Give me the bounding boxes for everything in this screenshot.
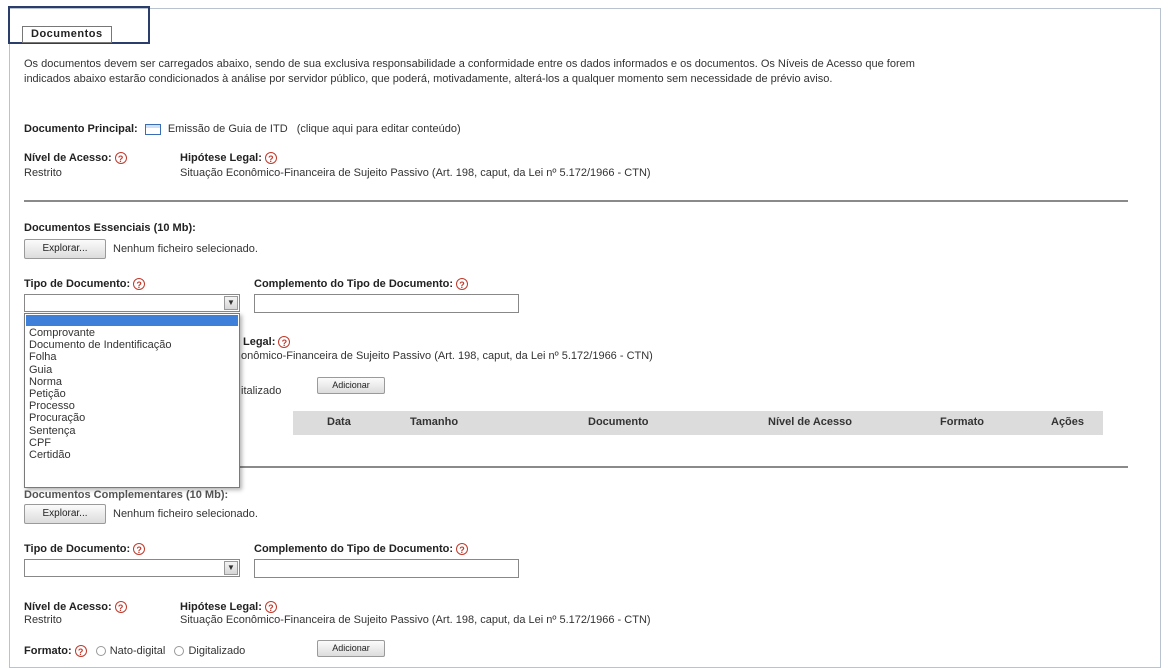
dropdown-option[interactable]: Norma (25, 376, 239, 388)
dropdown-option[interactable]: Folha (25, 351, 239, 363)
dropdown-option-blank[interactable] (26, 315, 238, 326)
formato-row: Formato:? Nato-digital Digitalizado (24, 645, 245, 658)
hipotese-legal-label: Hipótese Legal: (180, 152, 262, 164)
help-icon[interactable]: ? (278, 336, 291, 349)
tipo-documento-heading: Tipo de Documento:? (24, 278, 146, 291)
help-icon[interactable]: ? (264, 601, 277, 614)
divider (24, 200, 1128, 202)
nivel-acesso-label: Nível de Acesso: (24, 152, 112, 164)
tipo-documento-label: Tipo de Documento: (24, 278, 131, 290)
documento-principal-name[interactable]: Emissão de Guia de ITD (168, 123, 288, 135)
column-header-acoes: Ações (1051, 416, 1085, 428)
dropdown-option[interactable]: Certidão (25, 449, 239, 461)
tipo-documento-label: Tipo de Documento: (24, 543, 131, 555)
help-icon[interactable]: ? (264, 152, 277, 165)
hipotese-legal-label-partial: Legal: (243, 336, 276, 348)
column-header-data: Data (327, 416, 351, 428)
help-icon[interactable]: ? (456, 278, 469, 291)
documents-table-header: Data Tamanho Documento Nível de Acesso F… (293, 411, 1103, 435)
documento-principal-label: Documento Principal: (24, 123, 138, 135)
hipotese-legal-value: Situação Econômico-Financeira de Sujeito… (180, 614, 651, 626)
column-header-tamanho: Tamanho (410, 416, 459, 428)
dropdown-option[interactable]: Petição (25, 388, 239, 400)
digitalizado-radio[interactable] (174, 646, 185, 657)
nivel-acesso-value: Restrito (24, 614, 62, 626)
nato-digital-label[interactable]: Nato-digital (110, 645, 166, 657)
essenciais-label: Documentos Essenciais (10 Mb): (24, 222, 196, 234)
hipotese-legal-value: Situação Econômico-Financeira de Sujeito… (180, 167, 651, 179)
tipo-documento-select[interactable]: ▼ (24, 294, 240, 312)
nato-digital-radio[interactable] (95, 646, 106, 657)
formato-label: Formato: (24, 645, 72, 657)
tipo-documento-heading: Tipo de Documento:? (24, 543, 146, 556)
nivel-acesso-heading: Nível de Acesso:? (24, 152, 127, 165)
column-header-formato: Formato (940, 416, 984, 428)
nivel-acesso-heading: Nível de Acesso:? (24, 601, 127, 614)
adicionar-button[interactable]: Adicionar (317, 640, 385, 657)
intro-line-2: indicados abaixo estarão condicionados à… (24, 73, 833, 85)
explorar-button[interactable]: Explorar... (24, 239, 106, 259)
tipo-documento-select[interactable]: ▼ (24, 559, 240, 577)
dropdown-option[interactable]: CPF (25, 437, 239, 449)
help-icon[interactable]: ? (74, 645, 87, 658)
digitalizado-label[interactable]: Digitalizado (188, 645, 245, 657)
chevron-down-icon[interactable]: ▼ (224, 296, 238, 310)
hipotese-legal-label: Hipótese Legal: (180, 601, 262, 613)
hipotese-legal-heading-partial: Legal:? (243, 336, 291, 349)
complemento-input[interactable] (254, 294, 519, 313)
help-icon[interactable]: ? (133, 278, 146, 291)
help-icon[interactable]: ? (114, 601, 127, 614)
complemento-label: Complemento do Tipo de Documento: (254, 278, 454, 290)
hipotese-legal-heading: Hipótese Legal:? (180, 601, 277, 614)
column-header-nivel-acesso: Nível de Acesso (768, 416, 852, 428)
document-edit-icon[interactable] (144, 123, 161, 135)
intro-line-1: Os documentos devem ser carregados abaix… (24, 58, 915, 70)
digitalizado-label-partial: italizado (241, 385, 282, 397)
complemento-heading: Complemento do Tipo de Documento:? (254, 543, 469, 556)
complemento-heading: Complemento do Tipo de Documento:? (254, 278, 469, 291)
complemento-input[interactable] (254, 559, 519, 578)
no-file-text: Nenhum ficheiro selecionado. (113, 243, 258, 255)
dropdown-option[interactable]: Sentença (25, 425, 239, 437)
help-icon[interactable]: ? (133, 543, 146, 556)
dropdown-option[interactable]: Documento de Indentificação (25, 339, 239, 351)
nivel-acesso-label: Nível de Acesso: (24, 601, 112, 613)
help-icon[interactable]: ? (456, 543, 469, 556)
dropdown-option[interactable]: Comprovante (25, 327, 239, 339)
dropdown-option[interactable]: Processo (25, 400, 239, 412)
column-header-documento: Documento (588, 416, 649, 428)
hipotese-legal-value-partial: onômico-Financeira de Sujeito Passivo (A… (241, 350, 653, 362)
complemento-label: Complemento do Tipo de Documento: (254, 543, 454, 555)
explorar-button[interactable]: Explorar... (24, 504, 106, 524)
dropdown-option[interactable]: Guia (25, 364, 239, 376)
complementares-label: Documentos Complementares (10 Mb): (24, 489, 229, 501)
chevron-down-icon[interactable]: ▼ (224, 561, 238, 575)
hipotese-legal-heading: Hipótese Legal:? (180, 152, 277, 165)
nivel-acesso-value: Restrito (24, 167, 62, 179)
edit-hint: (clique aqui para editar conteúdo) (296, 123, 461, 135)
no-file-text: Nenhum ficheiro selecionado. (113, 508, 258, 520)
help-icon[interactable]: ? (114, 152, 127, 165)
documento-principal-row: Documento Principal: Emissão de Guia de … (24, 123, 461, 135)
adicionar-button[interactable]: Adicionar (317, 377, 385, 394)
section-title: Documentos (22, 26, 112, 43)
dropdown-option[interactable]: Procuração (25, 412, 239, 424)
tipo-documento-dropdown-list[interactable]: Comprovante Documento de Indentificação Fo… (24, 313, 240, 488)
